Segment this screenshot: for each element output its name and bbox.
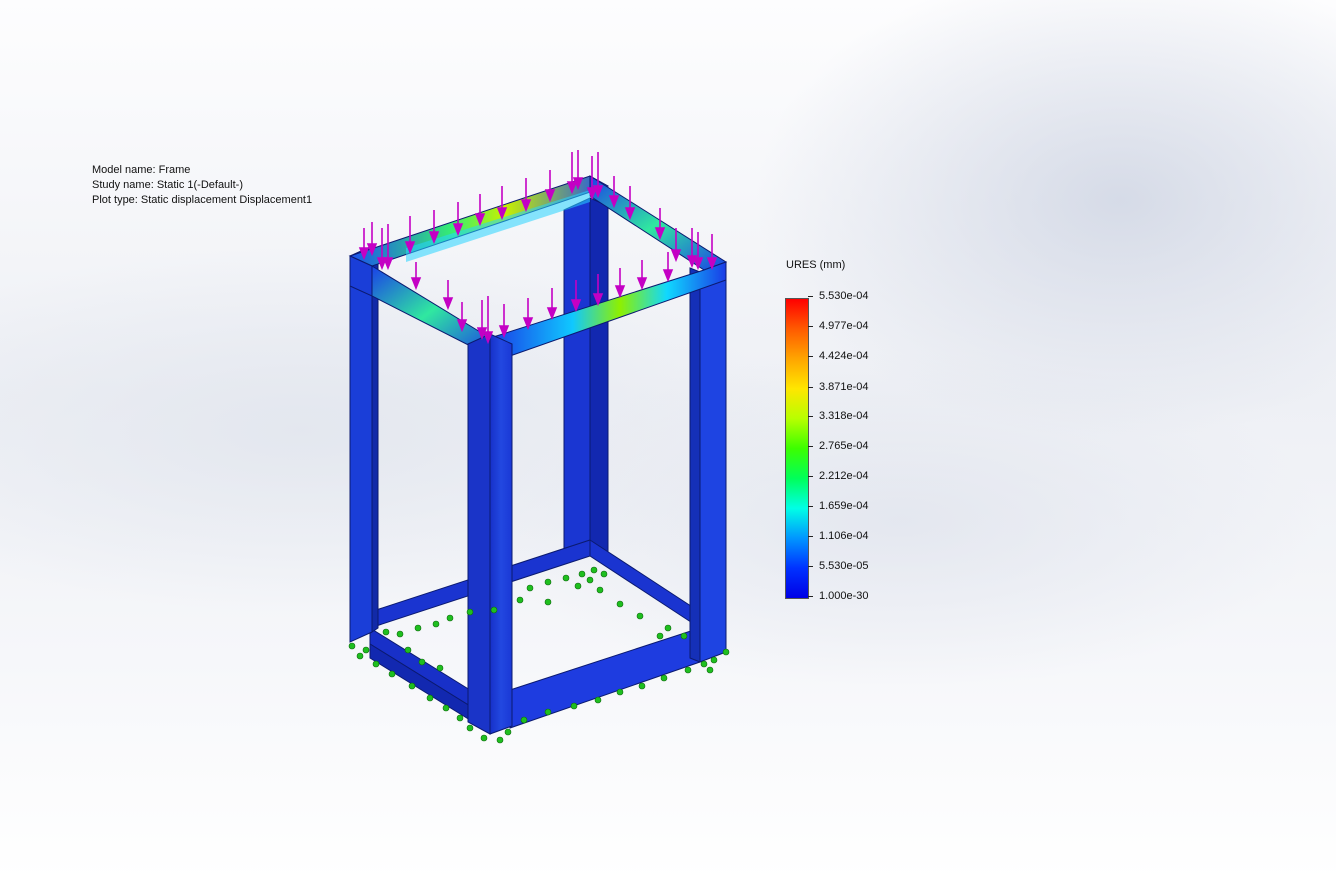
legend-tick: 2.212e-04 — [808, 470, 869, 482]
load-arrow — [614, 268, 626, 299]
legend-tick: 1.659e-04 — [808, 500, 869, 512]
plot-info: Model name: Frame Study name: Static 1(-… — [92, 163, 312, 208]
load-arrow — [404, 216, 416, 255]
legend-tick: 3.318e-04 — [808, 410, 869, 422]
bottom-frame — [369, 539, 701, 729]
legend-tick: 4.424e-04 — [808, 350, 869, 362]
load-arrow — [498, 304, 510, 339]
load-arrow — [636, 260, 648, 291]
legend-tick: 5.530e-05 — [808, 560, 869, 572]
legend-tick: 3.871e-04 — [808, 381, 869, 393]
load-arrow — [592, 152, 604, 199]
legend-tick: 5.530e-04 — [808, 290, 869, 302]
front-post — [467, 333, 513, 735]
load-arrow — [522, 298, 534, 331]
load-arrow — [662, 252, 674, 283]
color-legend-bar[interactable] — [785, 298, 809, 599]
load-arrow — [442, 280, 454, 311]
legend-tick: 1.106e-04 — [808, 530, 869, 542]
legend-tick: 1.000e-30 — [808, 590, 869, 602]
top-frame — [348, 175, 728, 357]
graphics-viewport[interactable] — [0, 0, 1336, 880]
legend-tick: 4.977e-04 — [808, 320, 869, 332]
load-arrow — [546, 288, 558, 321]
study-name-label: Study name: Static 1(-Default-) — [92, 179, 244, 191]
legend-tick: 2.765e-04 — [808, 440, 869, 452]
plot-type-label: Plot type: Static displacement Displacem… — [92, 194, 313, 206]
load-arrow — [410, 262, 422, 291]
model-name-label: Model name: Frame — [92, 164, 191, 176]
load-arrow — [572, 150, 584, 191]
rear-post — [563, 197, 609, 561]
right-post — [689, 261, 727, 663]
load-arrow — [566, 152, 578, 195]
legend-title: URES (mm) — [786, 259, 846, 271]
load-arrow — [482, 296, 494, 345]
legend-tick-labels: 5.530e-04 4.977e-04 4.424e-04 3.871e-04 … — [808, 290, 898, 610]
left-post — [349, 245, 379, 643]
